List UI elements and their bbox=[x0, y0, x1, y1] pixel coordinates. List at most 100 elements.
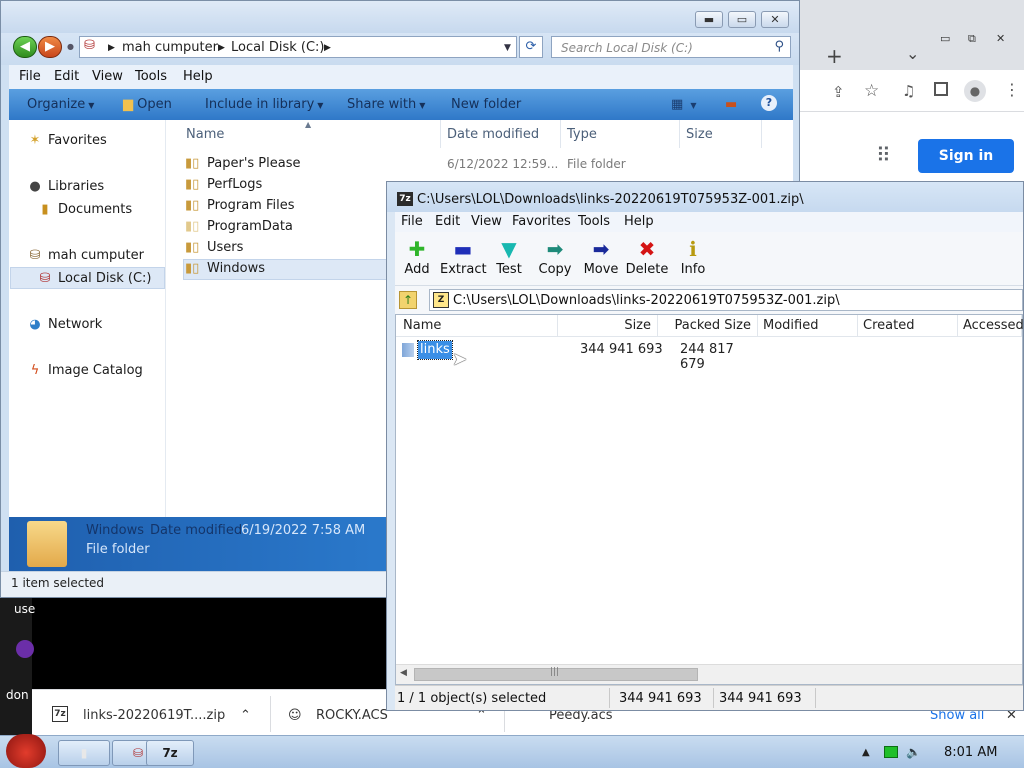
search-icon[interactable]: ⚲ bbox=[774, 39, 784, 54]
address-dropdown-icon[interactable]: ▼ bbox=[504, 43, 511, 53]
organize-button[interactable]: Organize ▼ bbox=[27, 97, 94, 112]
sz-menu-view[interactable]: View bbox=[471, 214, 502, 229]
sevenzip-window[interactable]: 7z C:\Users\LOL\Downloads\links-20220619… bbox=[386, 181, 1024, 711]
breadcrumb-separator-icon[interactable]: ▶ bbox=[324, 43, 331, 53]
column-header-name[interactable]: Name bbox=[186, 127, 224, 142]
sz-menu-tools[interactable]: Tools bbox=[578, 214, 610, 229]
back-button[interactable]: ◀ bbox=[13, 36, 37, 58]
scroll-left-icon[interactable]: ◀ bbox=[400, 668, 407, 678]
sign-in-button[interactable]: Sign in bbox=[918, 139, 1014, 173]
new-folder-button[interactable]: New folder bbox=[451, 97, 521, 112]
explorer-close-button[interactable]: ✕ bbox=[761, 11, 789, 28]
sz-menu-edit[interactable]: Edit bbox=[435, 214, 460, 229]
add-button[interactable]: ✚ Add bbox=[394, 236, 440, 282]
nav-libraries[interactable]: ● Libraries bbox=[27, 179, 104, 194]
nav-documents[interactable]: ▮ Documents bbox=[37, 202, 132, 217]
search-input[interactable]: Search Local Disk (C:) ⚲ bbox=[551, 36, 791, 58]
extract-button[interactable]: ▬ Extract bbox=[440, 236, 487, 282]
nav-image-catalog[interactable]: ϟ Image Catalog bbox=[27, 363, 143, 378]
forward-button[interactable]: ▶ bbox=[38, 36, 62, 58]
menu-view[interactable]: View bbox=[92, 69, 123, 84]
sevenzip-titlebar[interactable]: 7z C:\Users\LOL\Downloads\links-20220619… bbox=[387, 182, 1023, 212]
tab-list-button[interactable]: ⌄ bbox=[906, 44, 919, 63]
sz-column-accessed[interactable]: Accessed bbox=[958, 315, 1024, 337]
sz-column-packed-size[interactable]: Packed Size bbox=[658, 315, 758, 337]
share-icon[interactable]: ⇪ bbox=[832, 83, 845, 101]
media-icon[interactable]: ♫ bbox=[902, 82, 915, 100]
minimize-button[interactable]: ▭ bbox=[940, 32, 950, 45]
menu-icon[interactable]: ⋮ bbox=[1004, 80, 1020, 99]
menu-help[interactable]: Help bbox=[183, 69, 213, 84]
close-button[interactable]: ✕ bbox=[996, 32, 1005, 45]
menu-tools[interactable]: Tools bbox=[135, 69, 167, 84]
download-options-icon[interactable]: ⌃ bbox=[240, 708, 251, 723]
network-status-icon[interactable] bbox=[884, 746, 898, 758]
preview-pane-icon[interactable]: ▬ bbox=[725, 97, 737, 112]
open-button[interactable]: ▆ Open bbox=[123, 97, 172, 112]
column-separator[interactable] bbox=[761, 120, 762, 148]
taskbar-clock[interactable]: 8:01 AM bbox=[944, 745, 997, 760]
move-button[interactable]: ➡ Move bbox=[578, 236, 624, 282]
recent-pages-icon[interactable]: ● bbox=[67, 42, 74, 51]
explorer-maximize-button[interactable]: ▭ bbox=[728, 11, 756, 28]
volume-icon[interactable]: 🔈 bbox=[906, 745, 921, 759]
share-with-button[interactable]: Share with ▼ bbox=[347, 97, 425, 112]
help-icon[interactable]: ? bbox=[761, 95, 777, 111]
profile-icon[interactable]: ● bbox=[964, 80, 986, 102]
menu-edit[interactable]: Edit bbox=[54, 69, 79, 84]
explorer-minimize-button[interactable]: ▬ bbox=[695, 11, 723, 28]
download-item-2[interactable]: ROCKY.ACS bbox=[316, 708, 388, 723]
breadcrumb-local-disk[interactable]: Local Disk (C:) bbox=[231, 40, 324, 55]
delete-button[interactable]: ✖ Delete bbox=[624, 236, 670, 282]
breadcrumb-computer[interactable]: mah cumputer bbox=[122, 40, 218, 55]
sidepanel-icon[interactable] bbox=[934, 82, 948, 96]
sevenzip-path-input[interactable]: Z C:\Users\LOL\Downloads\links-20220619T… bbox=[429, 289, 1023, 311]
table-row[interactable]: ▮▯ Program Files bbox=[185, 196, 395, 217]
start-button-icon[interactable] bbox=[6, 734, 46, 768]
address-bar[interactable]: ⛁ ▶ mah cumputer ▶ Local Disk (C:) ▶ ▼ bbox=[79, 36, 517, 58]
restore-button[interactable]: ⧉ bbox=[968, 32, 976, 46]
column-separator[interactable] bbox=[560, 120, 561, 148]
table-row[interactable]: ▮▯ PerfLogs bbox=[185, 175, 395, 196]
explorer-titlebar[interactable]: ▬ ▭ ✕ bbox=[1, 1, 799, 33]
sz-column-modified[interactable]: Modified bbox=[758, 315, 858, 337]
new-tab-button[interactable]: + bbox=[826, 44, 843, 68]
sz-menu-file[interactable]: File bbox=[401, 214, 423, 229]
sz-menu-help[interactable]: Help bbox=[624, 214, 654, 229]
apps-grid-icon[interactable]: ⠿ bbox=[876, 143, 891, 167]
column-header-size[interactable]: Size bbox=[686, 127, 713, 142]
sz-column-size[interactable]: Size bbox=[558, 315, 658, 337]
table-row[interactable]: ▮▯ ProgramData bbox=[185, 217, 395, 238]
horizontal-scrollbar[interactable]: ◀ ||| bbox=[396, 664, 1022, 684]
item-name[interactable]: links bbox=[417, 340, 453, 360]
nav-local-disk[interactable]: ⛁ Local Disk (C:) bbox=[37, 271, 152, 286]
table-row[interactable]: ▮▯ Windows bbox=[185, 259, 395, 280]
column-header-type[interactable]: Type bbox=[567, 127, 597, 142]
taskbar-explorer-button[interactable]: ▮ bbox=[58, 740, 110, 766]
refresh-button[interactable]: ⟳ bbox=[519, 36, 543, 58]
sz-menu-favorites[interactable]: Favorites bbox=[512, 214, 571, 229]
download-item-1[interactable]: links-20220619T....zip bbox=[83, 708, 225, 723]
include-in-library-button[interactable]: Include in library ▼ bbox=[205, 97, 323, 112]
star-icon[interactable]: ☆ bbox=[864, 81, 879, 101]
tray-expand-icon[interactable]: ▲ bbox=[862, 747, 870, 758]
nav-network[interactable]: ◕ Network bbox=[27, 317, 102, 332]
table-row[interactable]: ▮▯ Users bbox=[185, 238, 395, 259]
column-separator[interactable] bbox=[679, 120, 680, 148]
column-header-date[interactable]: Date modified bbox=[447, 127, 539, 142]
test-button[interactable]: ▼ Test bbox=[486, 236, 532, 282]
sz-column-created[interactable]: Created bbox=[858, 315, 958, 337]
taskbar-sevenzip-button[interactable]: 7z bbox=[146, 740, 194, 766]
menu-file[interactable]: File bbox=[19, 69, 41, 84]
column-separator[interactable] bbox=[440, 120, 441, 148]
sz-column-name[interactable]: Name bbox=[396, 315, 558, 337]
folder-up-icon[interactable]: ↑ bbox=[399, 291, 417, 309]
table-row[interactable]: ▮▯ Paper's Please bbox=[185, 154, 395, 175]
nav-favorites[interactable]: ✶ Favorites bbox=[27, 133, 107, 148]
breadcrumb-separator-icon[interactable]: ▶ bbox=[218, 43, 225, 53]
copy-button[interactable]: ➡ Copy bbox=[532, 236, 578, 282]
info-button[interactable]: ℹ Info bbox=[670, 236, 716, 282]
nav-computer[interactable]: ⛁ mah cumputer bbox=[27, 248, 144, 263]
view-options-icon[interactable]: ▦ ▼ bbox=[671, 97, 697, 112]
breadcrumb-separator-icon[interactable]: ▶ bbox=[108, 43, 115, 53]
